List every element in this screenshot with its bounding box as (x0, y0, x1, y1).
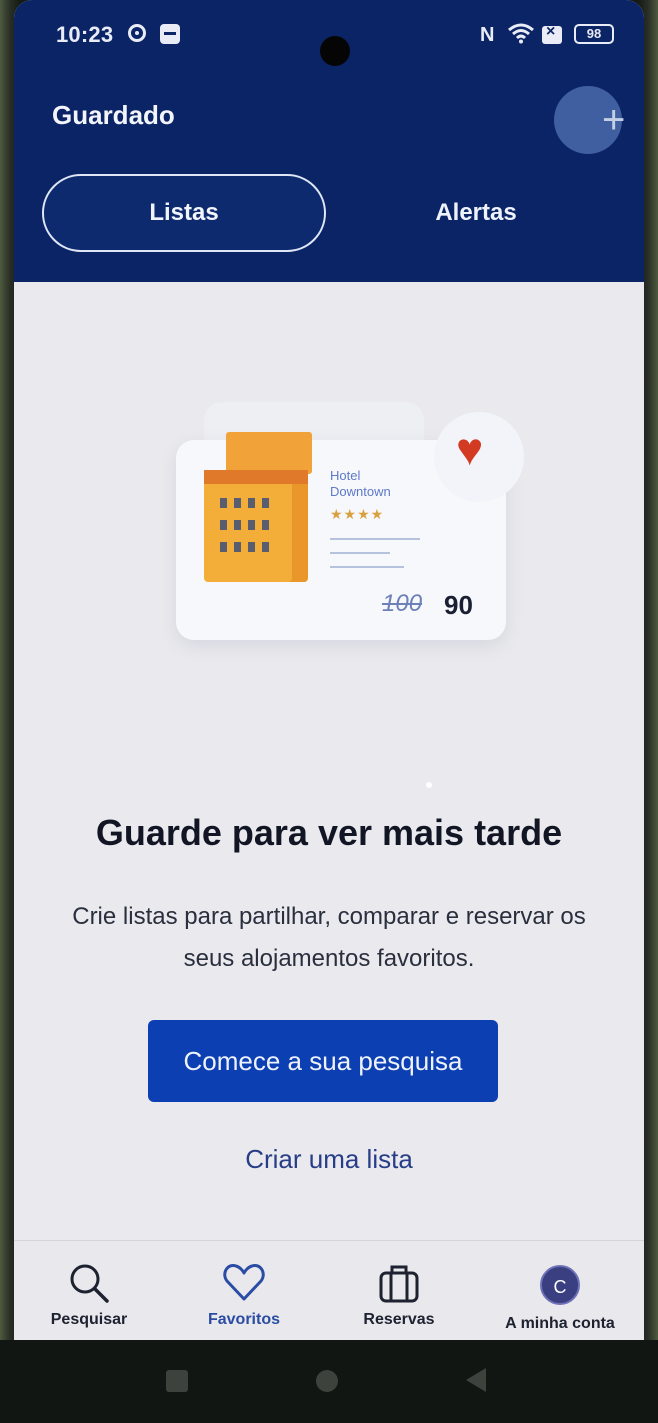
status-bar: 10:23 N 98 (14, 14, 644, 66)
system-navigation-bar (0, 1340, 658, 1423)
nfc-icon: N (480, 24, 495, 46)
heart-outline-icon (223, 1263, 265, 1301)
avatar: C (540, 1265, 580, 1305)
battery-icon: 98 (574, 24, 614, 44)
tab-listas[interactable]: Listas (42, 174, 326, 252)
sim-icon (542, 23, 562, 44)
nav-label: Favoritos (207, 1311, 280, 1328)
heart-icon: ♥ (456, 423, 484, 475)
notification-icon (160, 24, 180, 44)
tab-alertas[interactable]: Alertas (344, 174, 608, 252)
front-camera (320, 36, 350, 66)
empty-state-title: Guarde para ver mais tarde (95, 812, 563, 853)
placeholder-line (330, 552, 390, 554)
nav-label: A minha conta (505, 1315, 615, 1332)
illustration-price-old: 100 (382, 590, 423, 617)
carousel-dot (426, 782, 432, 788)
briefcase-icon (379, 1265, 419, 1303)
create-list-link[interactable]: Criar uma lista (224, 1134, 434, 1184)
bottom-navigation: Pesquisar Favoritos Reservas C A minha c… (14, 1240, 644, 1340)
hotel-building-image (204, 470, 308, 582)
nav-item-pesquisar[interactable]: Pesquisar (34, 1241, 144, 1340)
illustration-hotel-name: Hotel Downtown (330, 468, 391, 499)
status-time: 10:23 (56, 22, 114, 47)
saved-hotel-illustration: Hotel Downtown ★★★★ 100 90 ♥ (164, 392, 524, 788)
back-button[interactable] (466, 1368, 486, 1392)
steering-wheel-icon (128, 24, 146, 42)
placeholder-line (330, 566, 404, 568)
page-title: Guardado (52, 100, 175, 130)
home-button[interactable] (316, 1370, 338, 1392)
illustration-price-new: 90 (444, 590, 473, 620)
app-header: 10:23 N 98 Guardado + Listas Alertas (14, 0, 644, 282)
nav-item-favoritos[interactable]: Favoritos (184, 1241, 304, 1340)
placeholder-line (330, 538, 420, 540)
start-search-button[interactable]: Comece a sua pesquisa (148, 1020, 498, 1102)
nav-label: Pesquisar (50, 1311, 128, 1328)
app-screen: 10:23 N 98 Guardado + Listas Alertas (14, 0, 644, 1340)
main-content: Hotel Downtown ★★★★ 100 90 ♥ Guarde para… (14, 282, 644, 1240)
avatar-letter: C (553, 1277, 567, 1297)
nav-label: Reservas (363, 1311, 435, 1328)
nav-item-conta[interactable]: C A minha conta (490, 1241, 630, 1340)
empty-state-description: Crie listas para partilhar, comparar e r… (72, 903, 586, 972)
back-building-image (226, 432, 312, 474)
plus-icon: + (602, 98, 626, 142)
wifi-icon (508, 23, 534, 44)
nav-item-reservas[interactable]: Reservas (344, 1241, 454, 1340)
add-list-button[interactable]: + (554, 86, 626, 154)
illustration-stars: ★★★★ (330, 506, 385, 522)
search-icon (70, 1264, 109, 1303)
recent-apps-button[interactable] (166, 1370, 188, 1392)
